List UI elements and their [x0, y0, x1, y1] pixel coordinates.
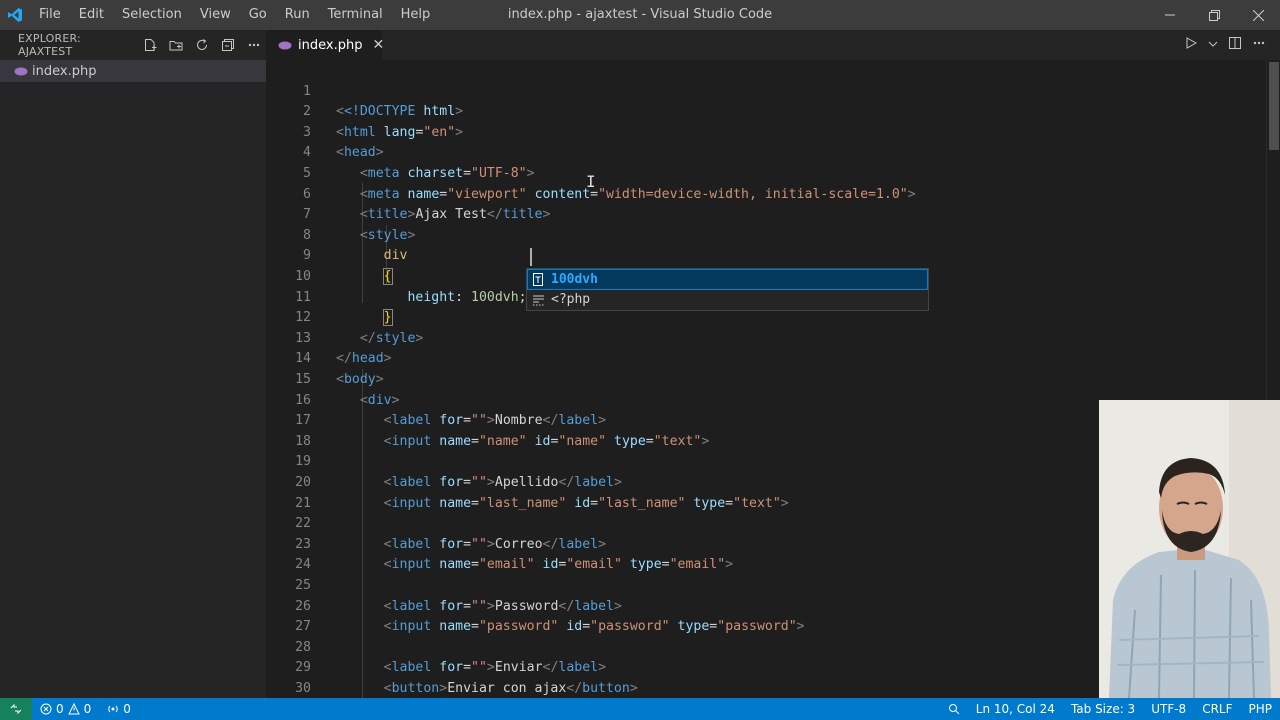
- menu-terminal[interactable]: Terminal: [319, 0, 392, 30]
- remote-icon[interactable]: [0, 698, 32, 720]
- menu-file[interactable]: File: [30, 0, 70, 30]
- explorer-title: EXPLORER: AJAXTEST: [18, 32, 81, 58]
- menu-edit[interactable]: Edit: [70, 0, 113, 30]
- code-line: 9 {: [266, 226, 1266, 285]
- error-icon: [40, 703, 52, 715]
- tab-size[interactable]: Tab Size: 3: [1063, 698, 1143, 720]
- webcam-overlay: [1099, 400, 1280, 698]
- scrollbar-thumb[interactable]: [1269, 62, 1279, 150]
- encoding[interactable]: UTF-8: [1143, 698, 1194, 720]
- menu-bar: File Edit Selection View Go Run Terminal…: [30, 0, 439, 30]
- menu-help[interactable]: Help: [392, 0, 440, 30]
- autocomplete-widget[interactable]: 100dvh <?php: [526, 268, 929, 311]
- code-line: 6 <title>Ajax Test</title>: [266, 164, 1266, 223]
- title-bar: File Edit Selection View Go Run Terminal…: [0, 0, 1280, 30]
- text-icon: [531, 272, 545, 286]
- code-line: 16 <label for="">Nombre</label>: [266, 370, 1266, 429]
- collapse-all-icon[interactable]: [216, 34, 240, 56]
- new-folder-icon[interactable]: [164, 34, 188, 56]
- refresh-icon[interactable]: [190, 34, 214, 56]
- suggestion-item[interactable]: <?php: [527, 290, 928, 311]
- code-line: 14 <body>: [266, 329, 1266, 387]
- snippet-icon: [531, 293, 545, 307]
- code-line: 7 <style>: [266, 185, 1266, 243]
- warning-count: 0: [83, 702, 92, 716]
- code-line: 4 <meta charset="UTF-8">: [266, 123, 1266, 181]
- suggestion-item[interactable]: 100dvh: [527, 269, 928, 290]
- error-count: 0: [56, 702, 64, 716]
- code-line: 1 <<!DOCTYPE html>: [266, 61, 1266, 120]
- explorer-actions: [138, 34, 266, 56]
- code-line: 8 div: [266, 205, 1266, 264]
- suggestion-label: <?php: [551, 292, 591, 308]
- problems-indicator[interactable]: 0 0: [32, 698, 99, 720]
- explorer-header: EXPLORER: AJAXTEST: [0, 30, 266, 60]
- code-line: 3 <head>: [266, 102, 1266, 161]
- window-controls: [1148, 0, 1280, 30]
- php-file-icon: [14, 66, 28, 76]
- minimize-icon[interactable]: [1148, 0, 1192, 30]
- file-name: index.php: [32, 63, 97, 79]
- close-icon[interactable]: [1236, 0, 1280, 30]
- editor-actions: [1184, 30, 1266, 60]
- status-bar: 0 0 0 Ln 10, Col 24 Tab Size: 3 UTF-8 CR…: [0, 698, 1280, 720]
- zoom-icon[interactable]: [940, 698, 968, 720]
- cursor-position[interactable]: Ln 10, Col 24: [968, 698, 1063, 720]
- mouse-ibeam-icon: I: [586, 172, 596, 191]
- run-icon[interactable]: [1184, 36, 1198, 54]
- menu-go[interactable]: Go: [240, 0, 276, 30]
- editor-tabs: index.php ✕: [266, 30, 1280, 60]
- php-file-icon: [278, 40, 292, 50]
- ports-count: 0: [123, 702, 131, 716]
- line-ending[interactable]: CRLF: [1194, 698, 1240, 720]
- code-line: 13 </head>: [266, 308, 1266, 367]
- split-editor-icon[interactable]: [1228, 36, 1242, 54]
- tab-close-icon[interactable]: ✕: [372, 37, 384, 53]
- more-actions-icon[interactable]: [242, 34, 266, 56]
- broadcast-icon: [108, 705, 119, 713]
- menu-selection[interactable]: Selection: [113, 0, 191, 30]
- tab-index-php[interactable]: index.php ✕: [266, 30, 384, 60]
- code-line: 15 <div>: [266, 349, 1266, 408]
- vscode-logo-icon[interactable]: [0, 0, 30, 30]
- restore-icon[interactable]: [1192, 0, 1236, 30]
- language-mode[interactable]: PHP: [1241, 698, 1280, 720]
- status-right: Ln 10, Col 24 Tab Size: 3 UTF-8 CRLF PHP: [940, 698, 1280, 720]
- ports-indicator[interactable]: 0: [99, 698, 139, 720]
- new-file-icon[interactable]: [138, 34, 162, 56]
- code-line: 5 <meta name="viewport" content="width=d…: [266, 143, 1266, 202]
- more-actions-icon[interactable]: [1252, 36, 1266, 54]
- explorer-file-index-php[interactable]: index.php: [0, 60, 266, 82]
- chevron-down-icon[interactable]: [1208, 38, 1218, 53]
- text-cursor: [530, 248, 532, 266]
- menu-view[interactable]: View: [191, 0, 240, 30]
- explorer-sidebar: EXPLORER: AJAXTEST index.php: [0, 30, 266, 698]
- suggestion-label: 100dvh: [551, 271, 598, 287]
- code-line: 2 <html lang="en">: [266, 82, 1266, 140]
- code-line: 10 height: 100dvh;: [266, 246, 1266, 305]
- menu-run[interactable]: Run: [276, 0, 319, 30]
- tab-label: index.php: [298, 37, 363, 53]
- warning-icon: [67, 703, 80, 715]
